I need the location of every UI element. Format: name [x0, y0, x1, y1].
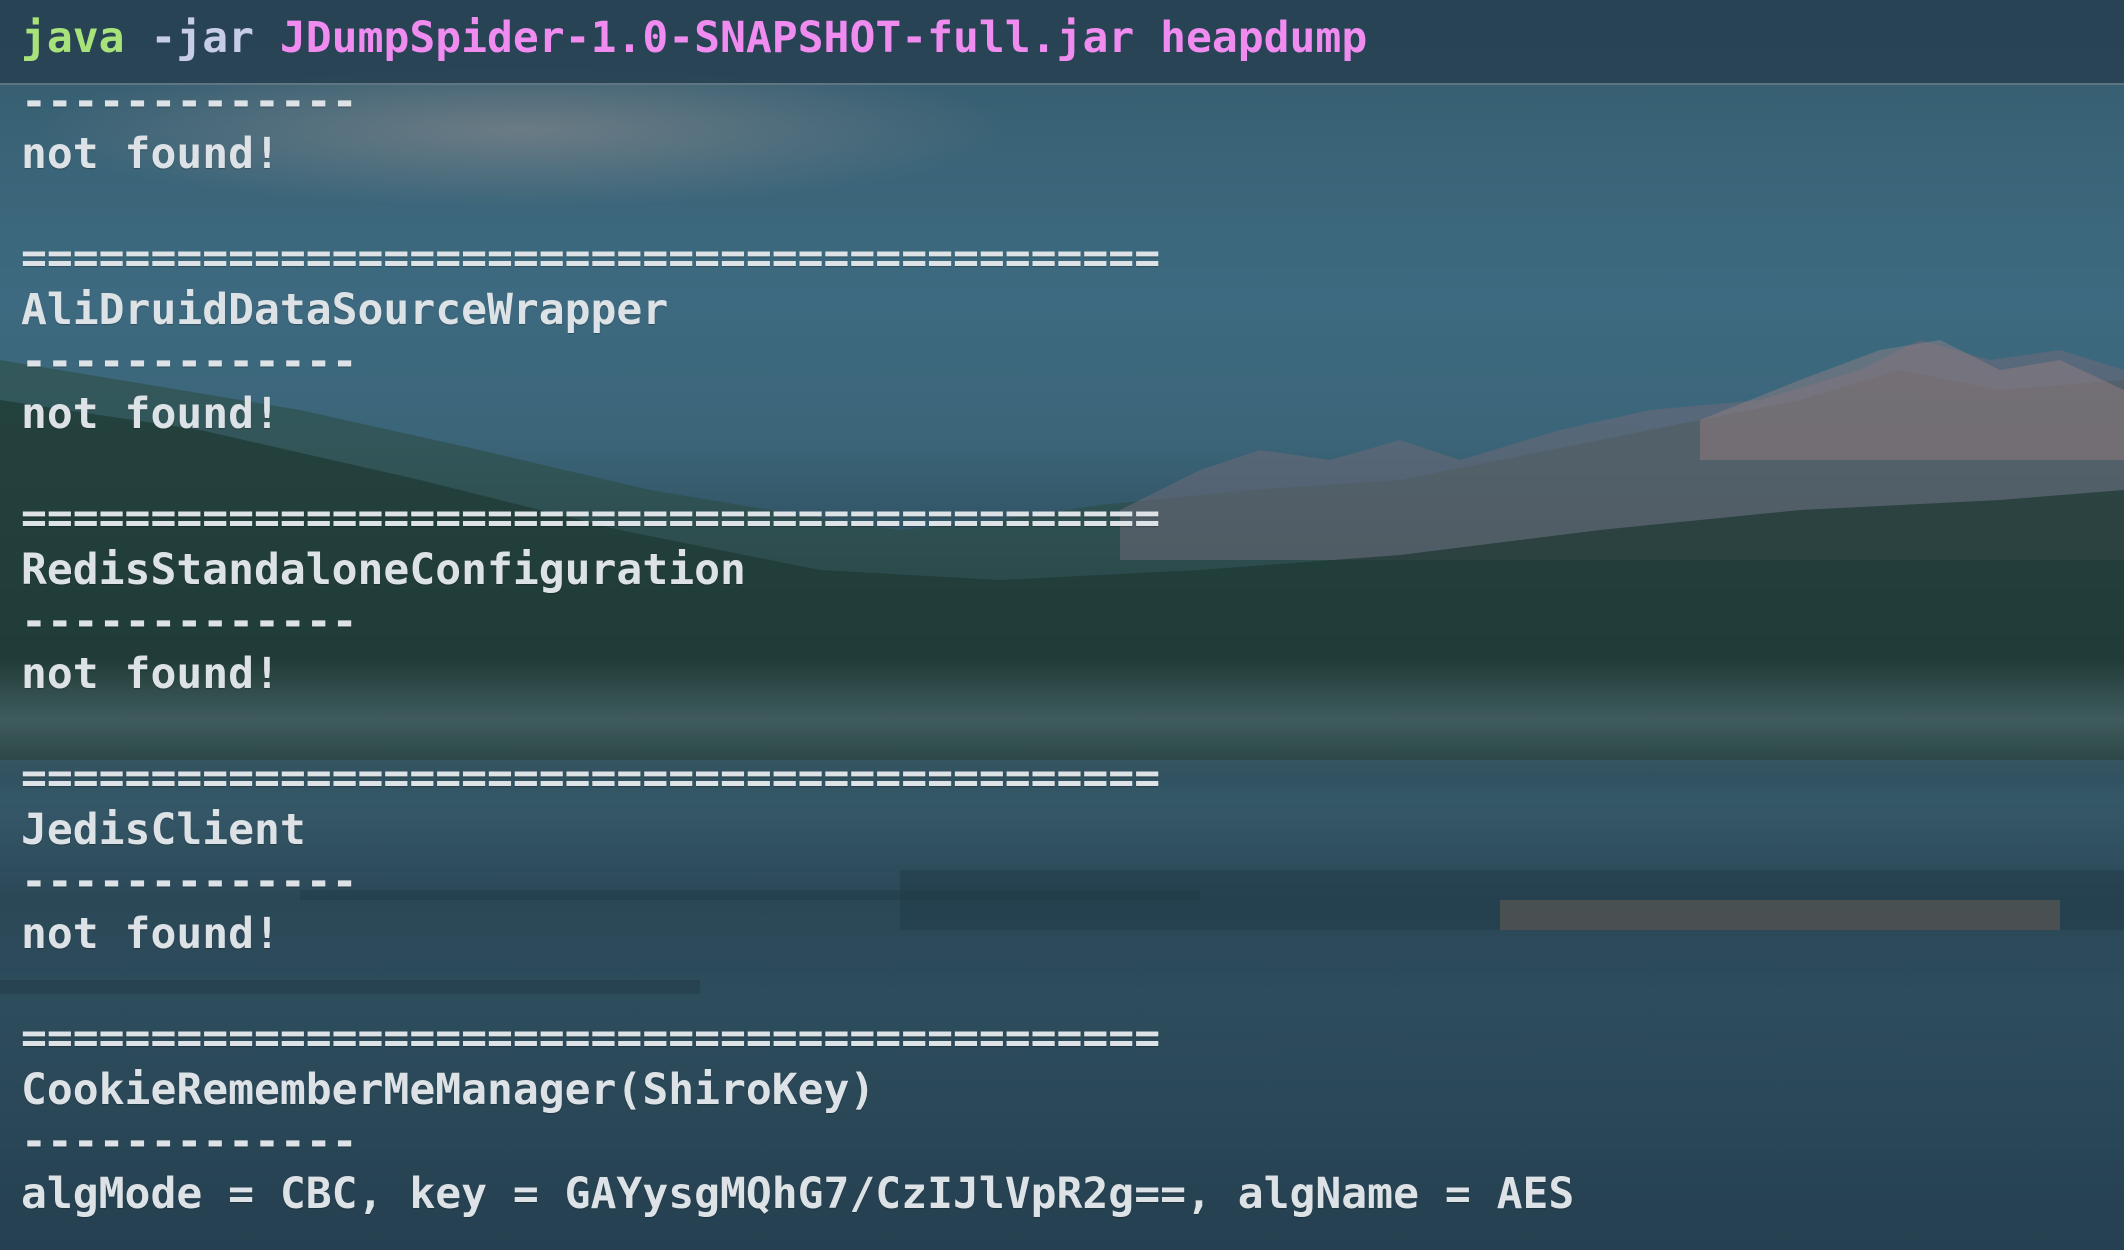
- terminal-command-bar: java -jar JDumpSpider-1.0-SNAPSHOT-full.…: [0, 0, 2124, 85]
- output-line: JedisClient: [21, 805, 306, 855]
- command-flag: -jar: [150, 13, 255, 63]
- command-program: java: [21, 13, 125, 63]
- output-line: CookieRememberMeManager(ShiroKey): [21, 1065, 876, 1115]
- output-line: -------------: [21, 597, 358, 647]
- output-line: -------------: [21, 857, 358, 907]
- output-line: ========================================…: [21, 753, 1161, 803]
- output-line: not found!: [21, 649, 280, 699]
- command-line: java -jar JDumpSpider-1.0-SNAPSHOT-full.…: [21, 8, 1367, 68]
- output-line: -------------: [21, 1117, 358, 1167]
- output-line: -------------: [21, 77, 358, 127]
- output-line: not found!: [21, 909, 280, 959]
- output-line: ========================================…: [21, 493, 1161, 543]
- output-line: not found!: [21, 389, 280, 439]
- terminal-output[interactable]: ------------- not found! ===============…: [21, 76, 1574, 1220]
- output-line: not found!: [21, 129, 280, 179]
- output-line: ========================================…: [21, 1013, 1161, 1063]
- output-line: algMode = CBC, key = GAYysgMQhG7/CzIJlVp…: [21, 1169, 1575, 1219]
- output-line: -------------: [21, 337, 358, 387]
- output-line: ========================================…: [21, 233, 1161, 283]
- command-args: JDumpSpider-1.0-SNAPSHOT-full.jar heapdu…: [279, 13, 1368, 63]
- output-line: RedisStandaloneConfiguration: [21, 545, 746, 595]
- output-line: AliDruidDataSourceWrapper: [21, 285, 669, 335]
